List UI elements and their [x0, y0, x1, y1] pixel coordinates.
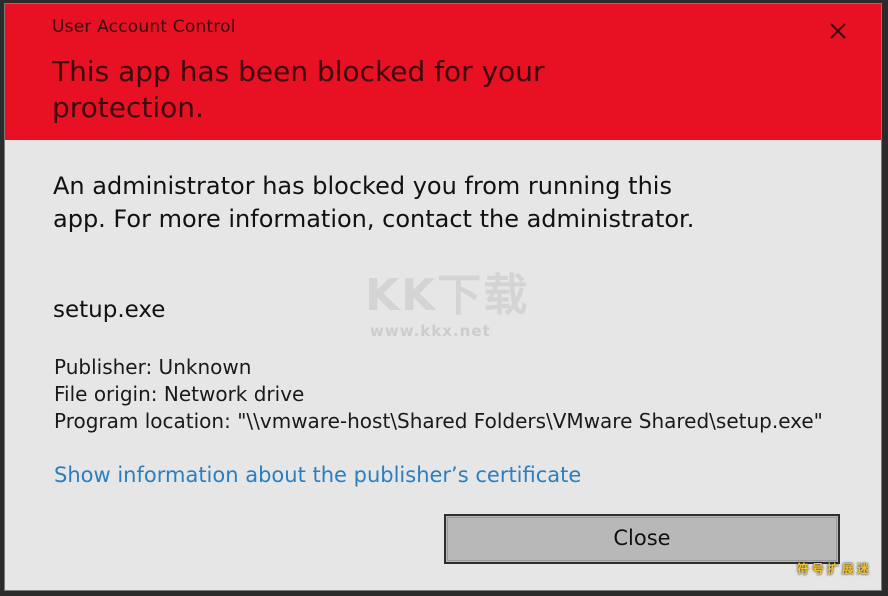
close-button[interactable]: Close	[444, 514, 840, 564]
file-name: setup.exe	[53, 297, 166, 323]
publisher-certificate-link[interactable]: Show information about the publisher’s c…	[54, 463, 581, 487]
watermark-logo: KK下载	[365, 270, 530, 321]
file-details: Publisher: Unknown File origin: Network …	[54, 354, 834, 434]
site-watermark: KK下载 www.kkx.net	[365, 259, 540, 349]
publisher-info: Publisher: Unknown	[54, 355, 252, 379]
program-location-info: Program location: "\\vmware-host\Shared …	[54, 409, 823, 433]
file-origin-info: File origin: Network drive	[54, 382, 305, 406]
close-x-icon[interactable]	[823, 16, 853, 46]
dialog-header: User Account Control This app has been b…	[5, 4, 881, 140]
dialog-title: User Account Control	[52, 17, 236, 37]
watermark-url: www.kkx.net	[370, 322, 491, 340]
blocked-heading: This app has been blocked for your prote…	[52, 55, 545, 124]
admin-message: An administrator has blocked you from ru…	[53, 172, 695, 233]
uac-dialog: User Account Control This app has been b…	[4, 3, 882, 591]
